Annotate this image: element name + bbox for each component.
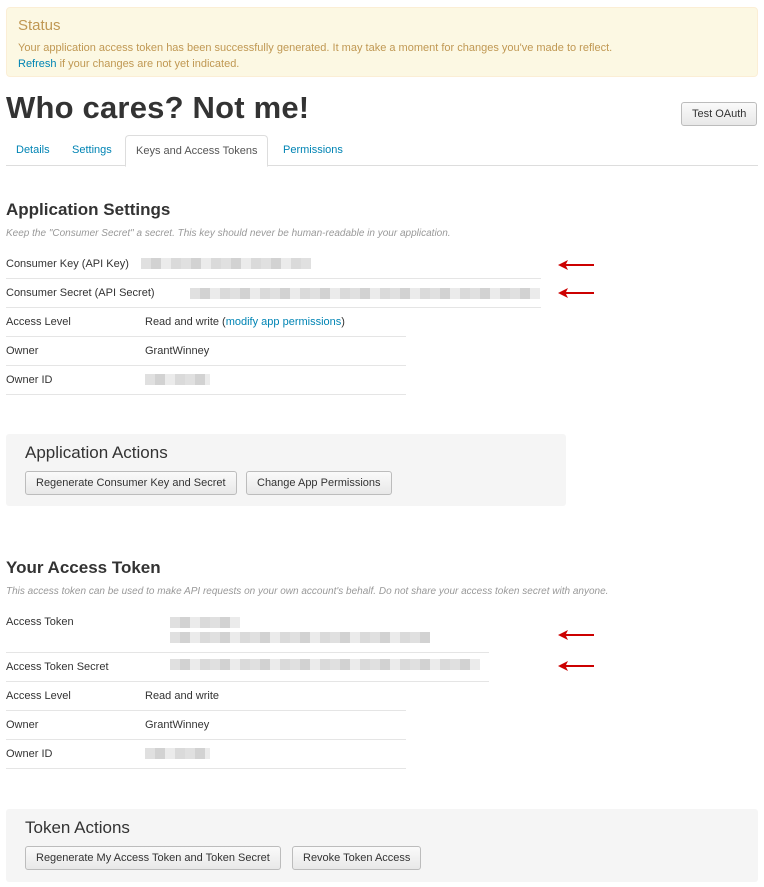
owner-id-value-redacted <box>145 374 210 385</box>
test-oauth-button[interactable]: Test OAuth <box>681 102 758 126</box>
owner-label: Owner <box>6 345 39 357</box>
application-actions-panel: Application Actions Regenerate Consumer … <box>6 434 566 506</box>
token-owner-id-value-redacted <box>145 748 210 759</box>
annotation-arrow-icon <box>558 288 594 298</box>
token-owner-label: Owner <box>6 719 39 731</box>
change-app-permissions-button[interactable]: Change App Permissions <box>246 471 392 495</box>
revoke-token-access-button[interactable]: Revoke Token Access <box>292 846 422 870</box>
application-actions-heading: Application Actions <box>25 443 168 462</box>
status-message: Your application access token has been s… <box>18 42 613 54</box>
consumer-key-row: Consumer Key (API Key) <box>6 250 541 279</box>
annotation-arrow-icon <box>558 260 594 270</box>
access-token-secret-value-redacted <box>170 659 480 670</box>
annotation-arrow-icon <box>558 661 594 671</box>
annotation-arrow-icon <box>558 630 594 640</box>
owner-row: Owner GrantWinney <box>6 337 406 366</box>
access-token-heading: Your Access Token <box>6 558 161 577</box>
regenerate-consumer-key-button[interactable]: Regenerate Consumer Key and Secret <box>25 471 237 495</box>
consumer-secret-label: Consumer Secret (API Secret) <box>6 287 155 299</box>
access-token-label: Access Token <box>6 616 74 628</box>
tab-bar: Details Settings Keys and Access Tokens … <box>6 135 758 167</box>
access-level-text: Read and write ( <box>145 316 226 328</box>
application-settings-subtitle: Keep the "Consumer Secret" a secret. Thi… <box>6 228 451 239</box>
modify-app-permissions-link[interactable]: modify app permissions <box>226 316 342 328</box>
tab-keys-and-access-tokens[interactable]: Keys and Access Tokens <box>125 135 269 167</box>
page-title: Who cares? Not me! <box>6 90 310 125</box>
tab-permissions[interactable]: Permissions <box>273 135 353 166</box>
token-owner-value: GrantWinney <box>145 719 210 731</box>
access-token-secret-row: Access Token Secret <box>6 653 489 682</box>
refresh-suffix: if your changes are not yet indicated. <box>56 58 240 70</box>
status-title: Status <box>18 17 61 34</box>
tab-details[interactable]: Details <box>6 135 60 166</box>
owner-id-label: Owner ID <box>6 374 53 386</box>
access-level-label: Access Level <box>6 316 71 328</box>
tab-settings[interactable]: Settings <box>62 135 122 166</box>
token-owner-id-label: Owner ID <box>6 748 53 760</box>
token-access-level-value: Read and write <box>145 690 219 702</box>
token-access-level-row: Access Level Read and write <box>6 682 406 711</box>
access-token-subtitle: This access token can be used to make AP… <box>6 586 609 597</box>
consumer-secret-row: Consumer Secret (API Secret) <box>6 279 541 308</box>
access-level-value: Read and write (modify app permissions) <box>145 316 345 328</box>
token-owner-row: Owner GrantWinney <box>6 711 406 740</box>
token-owner-id-row: Owner ID <box>6 740 406 769</box>
consumer-key-value-redacted <box>141 258 311 269</box>
access-token-row: Access Token <box>6 608 489 653</box>
consumer-key-label: Consumer Key (API Key) <box>6 258 129 270</box>
status-alert: Status Your application access token has… <box>6 7 758 77</box>
owner-value: GrantWinney <box>145 345 210 357</box>
access-token-secret-label: Access Token Secret <box>6 661 109 673</box>
consumer-secret-value-redacted <box>190 288 540 299</box>
regenerate-access-token-button[interactable]: Regenerate My Access Token and Token Sec… <box>25 846 281 870</box>
access-level-row: Access Level Read and write (modify app … <box>6 308 406 337</box>
token-access-level-label: Access Level <box>6 690 71 702</box>
status-refresh-line: Refresh if your changes are not yet indi… <box>18 56 746 72</box>
token-actions-heading: Token Actions <box>25 818 130 837</box>
access-level-close: ) <box>341 316 345 328</box>
token-actions-panel: Token Actions Regenerate My Access Token… <box>6 809 758 882</box>
access-token-value-redacted <box>170 617 240 628</box>
application-settings-heading: Application Settings <box>6 200 171 219</box>
refresh-link[interactable]: Refresh <box>18 58 57 70</box>
owner-id-row: Owner ID <box>6 366 406 395</box>
access-token-value-redacted-line2 <box>170 632 430 643</box>
